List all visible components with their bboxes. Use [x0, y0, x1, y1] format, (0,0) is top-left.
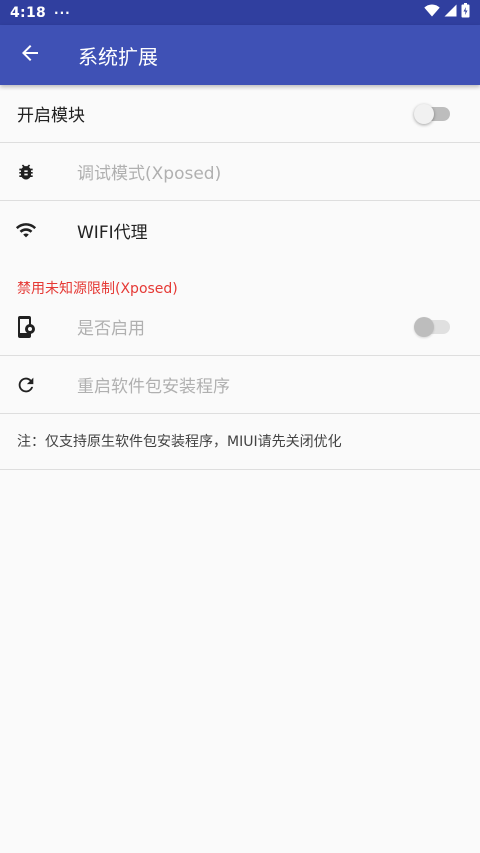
app-bar: 系统扩展 — [0, 25, 480, 85]
wifi-icon — [424, 4, 440, 21]
back-button[interactable] — [0, 25, 60, 85]
arrow-back-icon — [20, 43, 40, 67]
enable-toggle-switch[interactable] — [414, 316, 450, 337]
wifi-icon — [15, 219, 37, 241]
page-title: 系统扩展 — [78, 44, 158, 69]
note-text: 注：仅支持原生软件包安装程序，MIUI请先关闭优化 — [0, 413, 480, 470]
enable-toggle-label: 是否启用 — [77, 319, 145, 339]
signal-icon — [444, 4, 457, 21]
phone-settings-icon — [15, 315, 37, 338]
section-header-unknown-source: 禁用未知源限制(Xposed) — [17, 281, 178, 297]
status-bar: 4:18 ··· — [0, 0, 480, 25]
status-time: 4:18 — [10, 4, 47, 21]
wifi-proxy-row[interactable]: WIFI代理 — [0, 201, 480, 259]
switch-thumb — [414, 103, 434, 124]
enable-module-label: 开启模块 — [17, 106, 85, 126]
switch-thumb — [414, 316, 434, 337]
enable-module-switch[interactable] — [414, 103, 450, 124]
bug-icon — [15, 161, 37, 183]
battery-icon — [461, 3, 470, 22]
restart-installer-label: 重启软件包安装程序 — [77, 377, 230, 397]
enable-toggle-row[interactable]: 是否启用 — [0, 298, 480, 356]
restart-installer-row[interactable]: 重启软件包安装程序 — [0, 356, 480, 414]
notification-dots: ··· — [54, 5, 71, 20]
refresh-icon — [15, 374, 37, 396]
status-icons — [424, 3, 470, 22]
wifi-proxy-label: WIFI代理 — [77, 222, 148, 243]
note-label: 注：仅支持原生软件包安装程序，MIUI请先关闭优化 — [17, 434, 342, 450]
debug-mode-row[interactable]: 调试模式(Xposed) — [0, 143, 480, 201]
enable-module-row[interactable]: 开启模块 — [0, 85, 480, 143]
debug-mode-label: 调试模式(Xposed) — [77, 164, 222, 184]
